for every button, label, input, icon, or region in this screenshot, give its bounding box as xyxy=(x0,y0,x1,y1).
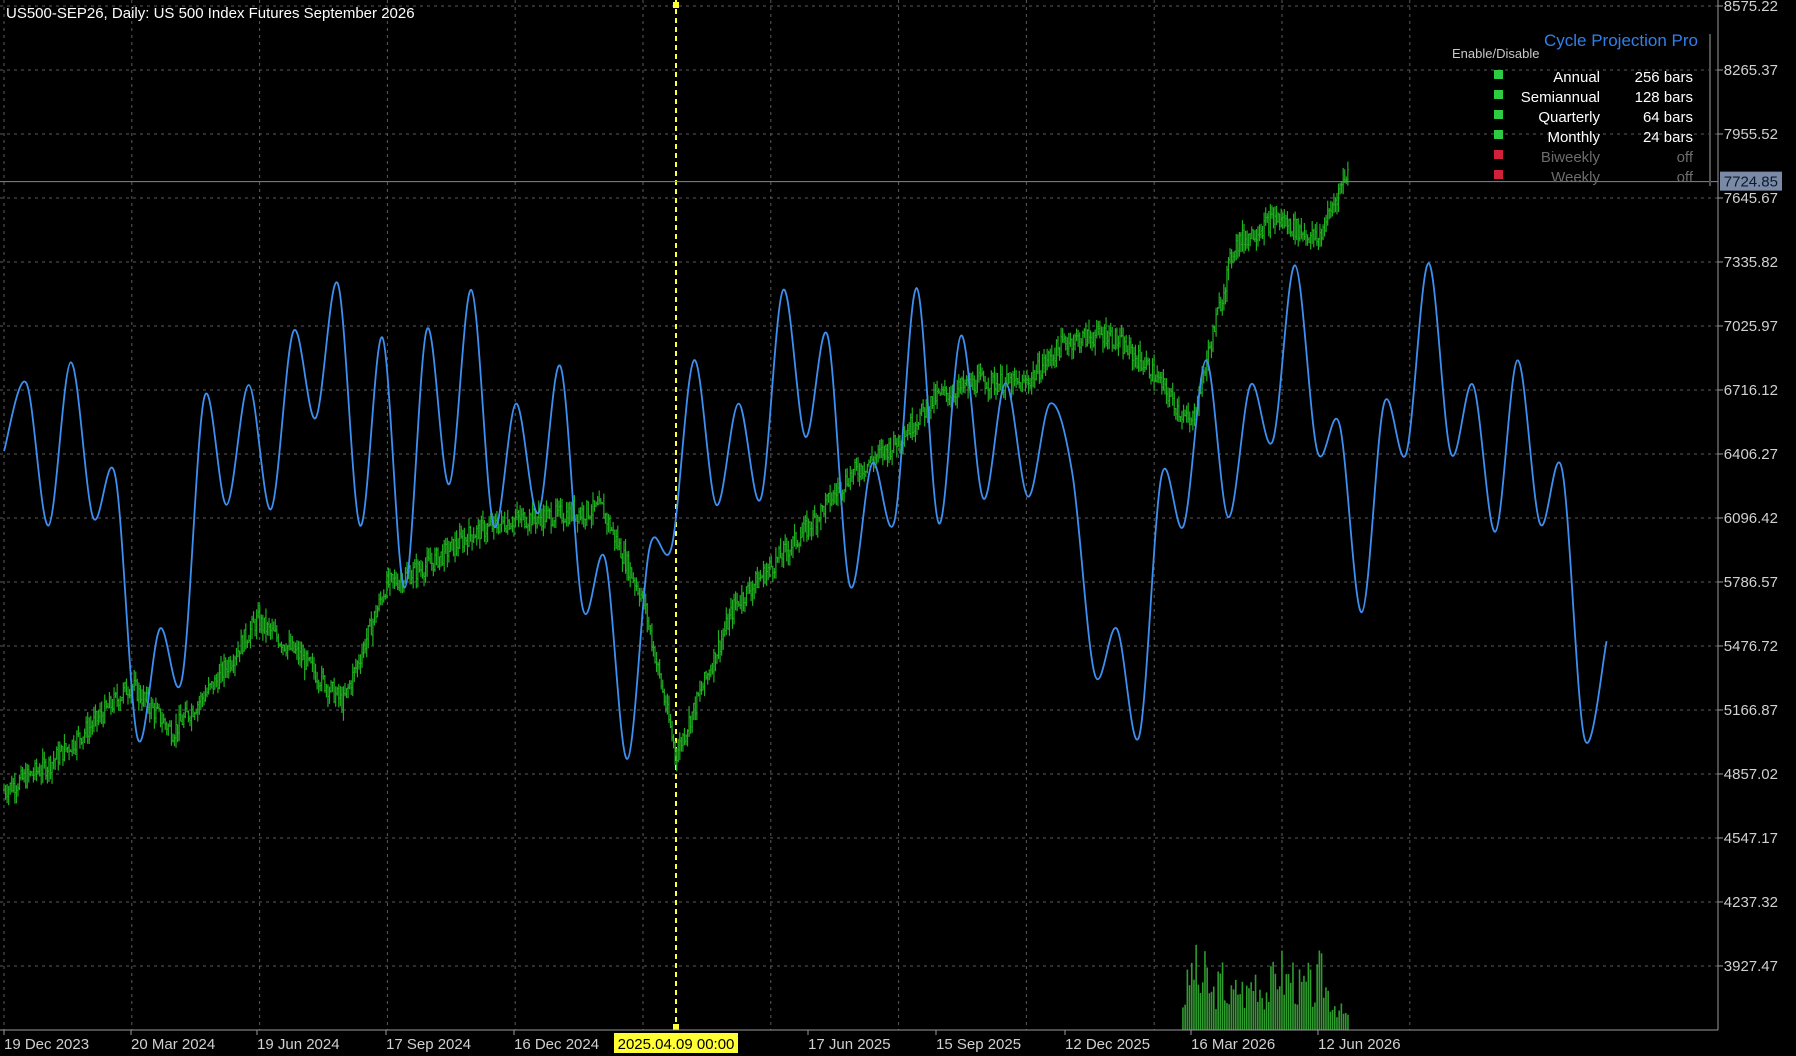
cycle-projection-line xyxy=(3,262,1608,760)
price-candles xyxy=(3,161,1349,806)
price-tick-label: 7955.52 xyxy=(1724,126,1778,143)
price-tick-label: 8575.22 xyxy=(1724,0,1778,15)
cursor-date-badge[interactable]: 2025.04.09 00:00 xyxy=(614,1033,738,1053)
cycle-name-quarterly: Quarterly xyxy=(1538,109,1600,126)
price-tick-label: 5166.87 xyxy=(1724,702,1778,719)
cycle-name-annual: Annual xyxy=(1553,69,1600,86)
cycle-toggle-annual[interactable] xyxy=(1494,70,1503,79)
enable-disable-label: Enable/Disable xyxy=(1452,46,1539,61)
cycle-toggle-biweekly[interactable] xyxy=(1494,150,1503,159)
time-tick-label: 16 Mar 2026 xyxy=(1191,1036,1275,1053)
price-tick-label: 6096.42 xyxy=(1724,510,1778,527)
cycle-toggle-quarterly[interactable] xyxy=(1494,110,1503,119)
cycle-name-monthly: Monthly xyxy=(1547,129,1600,146)
cycle-name-weekly: Weekly xyxy=(1551,169,1600,186)
cursor-bottom-handle[interactable] xyxy=(673,1024,679,1030)
cycle-projection-panel: Cycle Projection Pro Enable/Disable Annu… xyxy=(1452,31,1711,186)
cycle-value-quarterly: 64 bars xyxy=(1643,109,1693,126)
time-tick-label: 12 Dec 2025 xyxy=(1065,1036,1150,1053)
price-tick-label: 5476.72 xyxy=(1724,638,1778,655)
cycle-value-weekly: off xyxy=(1677,169,1694,186)
time-tick-label: 16 Dec 2024 xyxy=(514,1036,599,1053)
cycle-name-semiannual: Semiannual xyxy=(1521,89,1600,106)
price-tick-label: 7645.67 xyxy=(1724,190,1778,207)
cycle-value-annual: 256 bars xyxy=(1635,69,1693,86)
current-price-label: 7724.85 xyxy=(1724,174,1778,191)
current-price-badge: 7724.85 xyxy=(1720,171,1782,191)
cursor-top-handle[interactable] xyxy=(673,2,679,8)
price-tick-label: 8265.37 xyxy=(1724,62,1778,79)
panel-title: Cycle Projection Pro xyxy=(1544,31,1698,50)
cycle-toggle-monthly[interactable] xyxy=(1494,130,1503,139)
price-tick-label: 6406.27 xyxy=(1724,446,1778,463)
price-chart[interactable]: 8575.22 8265.37 7955.52 7645.67 7335.82 7025.… xyxy=(0,0,1796,1056)
time-tick-label: 20 Mar 2024 xyxy=(131,1036,215,1053)
cursor-date-label: 2025.04.09 00:00 xyxy=(618,1036,735,1053)
cycle-toggle-weekly[interactable] xyxy=(1494,170,1503,179)
time-tick-label: 17 Jun 2025 xyxy=(808,1036,891,1053)
price-tick-label: 4857.02 xyxy=(1724,766,1778,783)
price-tick-label: 4237.32 xyxy=(1724,894,1778,911)
price-tick-label: 6716.12 xyxy=(1724,382,1778,399)
cycle-toggle-semiannual[interactable] xyxy=(1494,90,1503,99)
cycle-value-semiannual: 128 bars xyxy=(1635,89,1693,106)
time-tick-label: 17 Sep 2024 xyxy=(386,1036,471,1053)
time-tick-label: 19 Jun 2024 xyxy=(257,1036,340,1053)
cycle-value-monthly: 24 bars xyxy=(1643,129,1693,146)
chart-window[interactable]: 8575.22 8265.37 7955.52 7645.67 7335.82 7025.… xyxy=(0,0,1796,1056)
price-tick-label: 7335.82 xyxy=(1724,254,1778,271)
price-tick-label: 3927.47 xyxy=(1724,958,1778,975)
symbol-title: US500-SEP26, Daily: US 500 Index Futures… xyxy=(6,5,415,22)
time-tick-label: 15 Sep 2025 xyxy=(936,1036,1021,1053)
time-tick-label: 19 Dec 2023 xyxy=(4,1036,89,1053)
volume-histogram xyxy=(1182,944,1349,1030)
price-tick-label: 4547.17 xyxy=(1724,830,1778,847)
grid-lines xyxy=(0,0,1718,1030)
cycle-name-biweekly: Biweekly xyxy=(1541,149,1601,166)
time-tick-label: 12 Jun 2026 xyxy=(1318,1036,1401,1053)
price-axis[interactable]: 8575.22 8265.37 7955.52 7645.67 7335.82 7025.… xyxy=(1718,0,1778,975)
price-tick-label: 7025.97 xyxy=(1724,318,1778,335)
price-tick-label: 5786.57 xyxy=(1724,574,1778,591)
cycle-value-biweekly: off xyxy=(1677,149,1694,166)
